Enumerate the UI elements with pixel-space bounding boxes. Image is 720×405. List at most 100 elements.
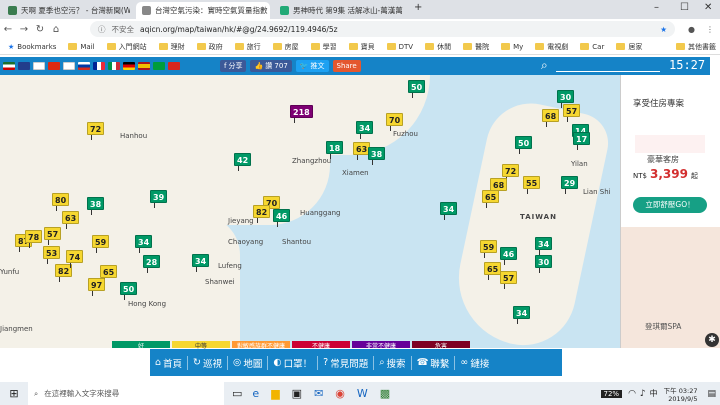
aqi-station-marker[interactable]: 97 [88,278,106,296]
aqi-station-marker[interactable]: 30 [535,255,553,273]
bookmark-item[interactable]: DTV [386,43,413,51]
maximize-icon[interactable]: ☐ [680,2,689,13]
back-icon[interactable]: ← [0,24,16,35]
flag-icon[interactable] [3,62,15,70]
wifi-icon[interactable]: ◠ [628,389,636,399]
aqi-station-marker[interactable]: 57 [500,271,518,289]
share-button[interactable]: Share [332,60,361,72]
aqi-station-marker[interactable]: 34 [513,306,531,324]
flag-icon[interactable] [18,62,30,70]
aqi-station-marker[interactable]: 46 [500,247,518,265]
nav-masks[interactable]: ◐ 口罩！ [268,355,319,370]
windows-start-icon[interactable]: ⊞ [0,387,28,400]
nav-contact[interactable]: ☎ 聯繫 [412,355,456,370]
flag-icon[interactable] [93,62,105,70]
bookmark-item[interactable]: My [501,43,523,51]
nav-map[interactable]: ◎ 地圖 [228,355,269,370]
nav-faq[interactable]: ? 常見問題 [318,355,375,370]
aqi-station-marker[interactable]: 57 [44,227,62,245]
aqi-station-marker[interactable]: 38 [87,197,105,215]
search-input[interactable] [556,71,660,72]
battery-indicator[interactable]: 72% [600,389,623,398]
bookmark-item[interactable]: 休閒 [425,42,451,52]
edge-icon[interactable]: e [252,387,259,400]
bookmark-item[interactable]: 居家 [616,42,642,52]
aqi-station-marker[interactable]: 17 [573,132,591,150]
aqi-station-marker[interactable]: 34 [192,254,210,272]
aqi-station-marker[interactable]: 50 [120,282,138,300]
ime-indicator[interactable]: 中 [650,388,658,399]
close-window-icon[interactable]: ✕ [704,2,712,13]
aqi-station-marker[interactable]: 72 [87,122,105,140]
file-explorer-icon[interactable]: ▆ [271,387,279,400]
flag-icon[interactable] [138,62,150,70]
mail-icon[interactable]: ✉ [314,387,323,400]
aqi-station-marker[interactable]: 65 [484,262,502,280]
notification-icon[interactable]: ▤ [707,389,716,399]
line-icon[interactable]: ▩ [380,387,390,400]
task-view-icon[interactable]: ▭ [232,387,242,400]
aqi-station-marker[interactable]: 72 [502,164,520,182]
star-icon[interactable]: ★ [660,25,667,34]
bookmark-item[interactable]: 醫院 [463,42,489,52]
aqi-station-marker[interactable]: 68 [542,109,560,127]
bookmark-item[interactable]: 理財 [158,42,185,52]
aqi-station-marker[interactable]: 65 [100,265,118,283]
aqi-station-marker[interactable]: 34 [440,202,458,220]
flag-icon[interactable] [48,62,60,70]
bookmark-item[interactable]: 電視劇 [535,42,568,52]
aqi-station-marker[interactable]: 80 [52,193,70,211]
aqi-station-marker[interactable]: 29 [561,176,579,194]
aqi-station-marker[interactable]: 70 [386,113,404,131]
taskbar-search-field[interactable]: ⌕ 在這裡輸入文字來搜尋 [28,382,224,405]
aqi-station-marker[interactable]: 28 [143,255,161,273]
aqi-station-marker[interactable]: 65 [482,190,500,208]
minimize-icon[interactable]: – [654,2,659,13]
aqi-station-marker[interactable]: 39 [150,190,168,208]
aqi-station-marker[interactable]: 50 [515,136,533,154]
bookmark-item[interactable]: 政府 [196,42,223,52]
menu-icon[interactable]: ⋮ [706,25,714,34]
tab-1[interactable]: 天啊 夏季也空污？ - 台灣新聞(W✕ [2,2,130,19]
home-icon[interactable]: ⌂ [48,24,64,35]
volume-icon[interactable]: ♪ [640,389,646,399]
new-tab-button[interactable]: + [414,2,422,13]
bookmark-item[interactable]: 房屋 [272,42,299,52]
facebook-share-button[interactable]: f 分享 [220,60,247,72]
ad-cta-button[interactable]: 立即舒壓GO！ [633,197,707,213]
aqi-station-marker[interactable]: 55 [523,176,541,194]
aqi-station-marker[interactable]: 38 [368,147,386,165]
nav-search[interactable]: ⌕ 搜索 [374,355,412,370]
aqi-station-marker[interactable]: 46 [273,209,291,227]
nav-home[interactable]: ⌂ 首頁 [150,355,189,370]
chrome-icon[interactable]: ◉ [335,387,345,400]
flag-icon[interactable] [78,62,90,70]
flag-icon[interactable] [63,62,75,70]
aqi-station-marker[interactable]: 82 [253,205,271,223]
system-clock[interactable]: 下午 03:27 2019/9/5 [664,385,698,403]
aqi-station-marker[interactable]: 74 [66,250,84,268]
flag-icon[interactable] [168,62,180,70]
tab-2[interactable]: 台灣空氣污染：實時空氣質量指數✕ [136,2,270,19]
aqi-station-marker[interactable]: 59 [480,240,498,258]
aqi-station-marker[interactable]: 18 [326,141,344,159]
forward-icon[interactable]: → [16,24,32,35]
nav-links[interactable]: ∞ 鏈接 [455,356,494,370]
bookmark-item[interactable]: 入門網站 [106,42,147,52]
bookmark-item-other[interactable]: 其他書籤 [676,42,716,52]
aqi-station-marker[interactable]: 30 [557,90,575,108]
bookmark-item[interactable]: 學習 [310,42,337,52]
advertisement[interactable]: 享受住房專案 豪華客房 NT$ 3,399 起 立即舒壓GO！ 登琪爾SPA ✱ [620,75,720,348]
aqi-station-marker[interactable]: 78 [25,230,43,248]
aqi-station-marker[interactable]: 53 [43,246,61,264]
aqi-station-marker[interactable]: 42 [234,153,252,171]
aqi-station-marker[interactable]: 57 [563,104,581,122]
profile-icon[interactable]: ● [688,25,695,34]
aqi-station-marker[interactable]: 34 [535,237,553,255]
chat-icon[interactable]: ✱ [705,333,719,347]
reload-icon[interactable]: ↻ [32,24,48,35]
search-icon[interactable]: ⌕ [541,58,548,73]
info-icon[interactable]: ⓘ [98,24,106,35]
facebook-like-button[interactable]: 👍 讚 707 [250,60,292,72]
aqi-station-marker[interactable]: 34 [135,235,153,253]
